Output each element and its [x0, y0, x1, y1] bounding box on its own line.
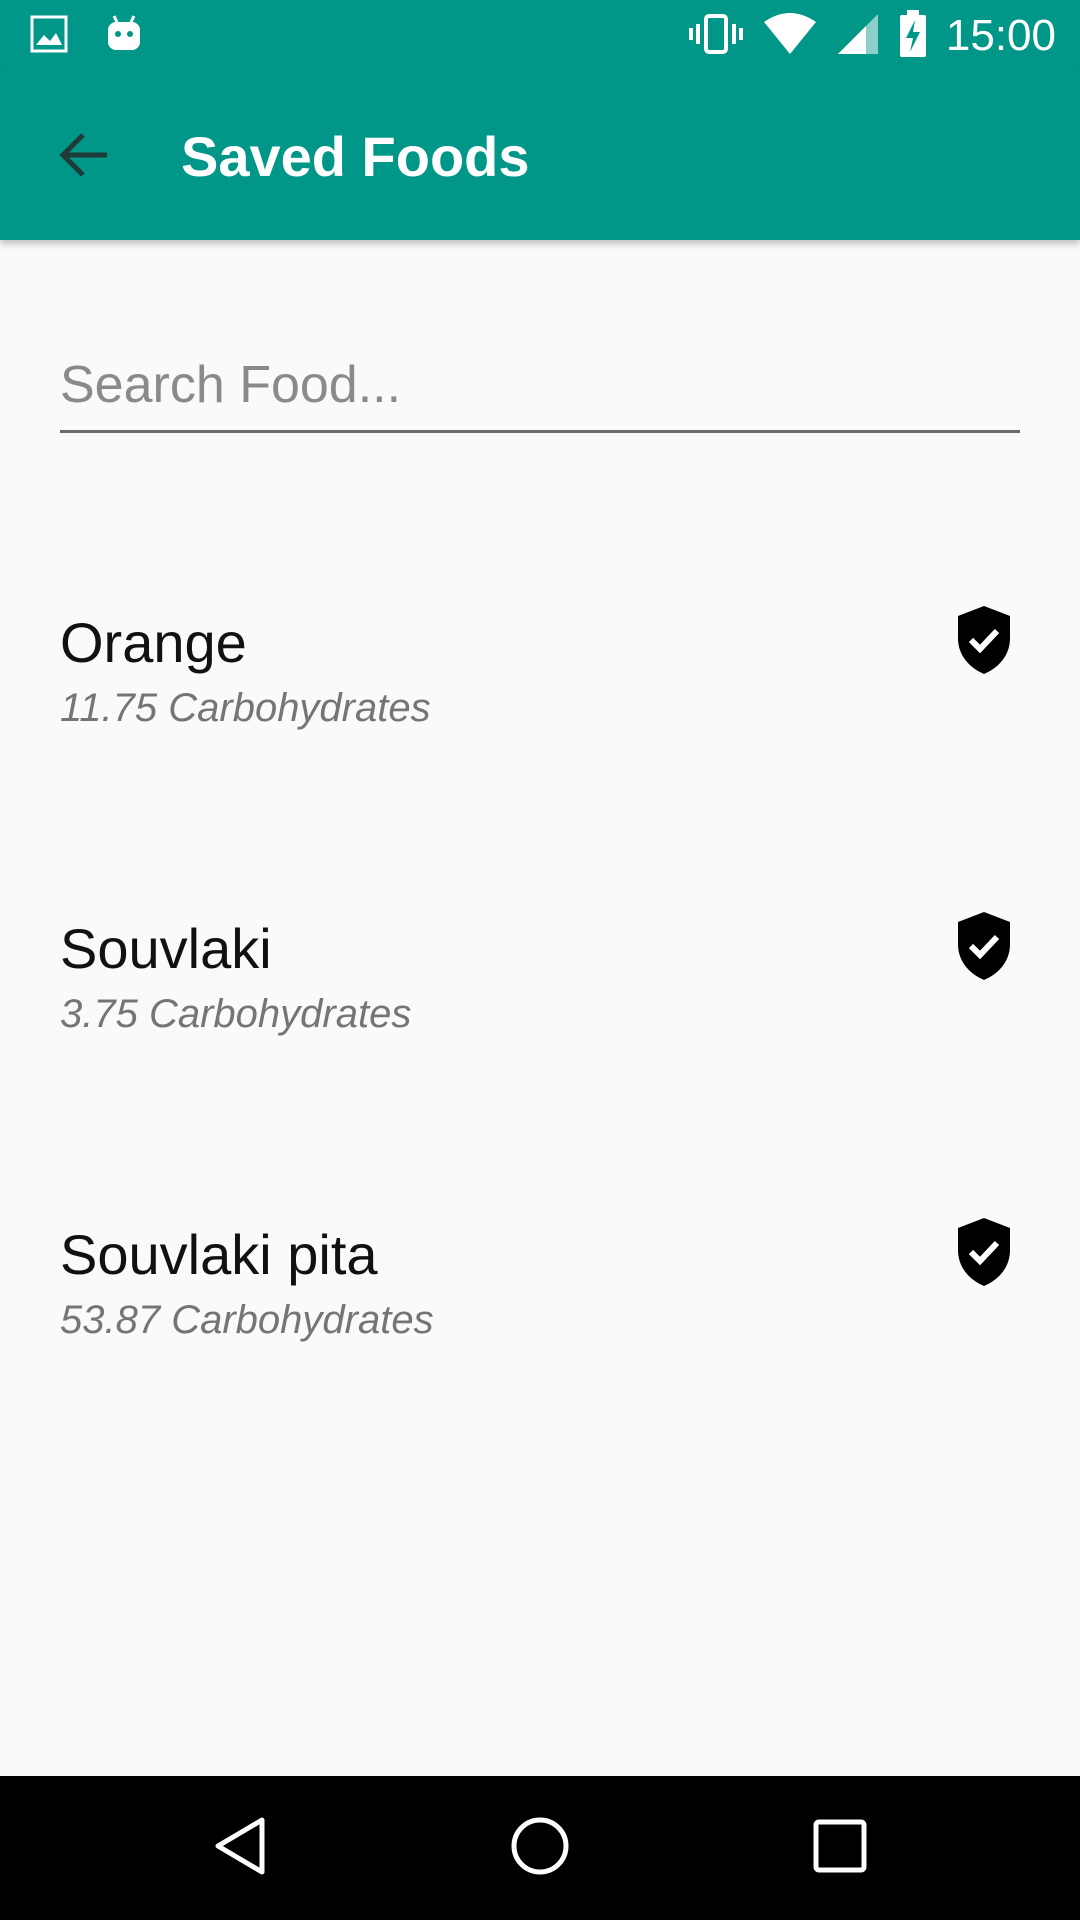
food-name: Souvlaki	[60, 917, 272, 980]
nav-home-button[interactable]	[504, 1812, 576, 1884]
food-carbohydrates: 3.75 Carbohydrates	[60, 992, 412, 1036]
food-name: Orange	[60, 611, 247, 674]
search-field-container	[60, 345, 1020, 433]
status-right-icons: 15:00	[688, 9, 1056, 63]
status-bar: 15:00	[0, 0, 1080, 72]
food-list: Orange 11.75 Carbohydrates Souvlaki 3.75…	[0, 560, 1080, 1478]
app-bar: Saved Foods	[0, 72, 1080, 240]
signal-icon	[836, 12, 880, 61]
android-icon	[104, 14, 144, 59]
nav-back-button[interactable]	[204, 1812, 276, 1884]
battery-charging-icon	[898, 9, 928, 63]
list-item[interactable]: Souvlaki pita 53.87 Carbohydrates	[0, 1172, 1080, 1478]
food-carbohydrates: 53.87 Carbohydrates	[60, 1298, 434, 1342]
back-button[interactable]	[52, 126, 114, 188]
back-nav-icon	[210, 1814, 270, 1883]
vibrate-icon	[688, 12, 744, 61]
verified-shield-icon[interactable]	[954, 1216, 1014, 1288]
list-item[interactable]: Souvlaki 3.75 Carbohydrates	[0, 866, 1080, 1172]
home-nav-icon	[508, 1814, 572, 1883]
food-name: Souvlaki pita	[60, 1223, 378, 1286]
status-left-icons	[30, 14, 144, 59]
verified-shield-icon[interactable]	[954, 604, 1014, 676]
system-nav-bar	[0, 1776, 1080, 1920]
status-time: 15:00	[945, 11, 1056, 60]
wifi-icon	[762, 12, 818, 61]
verified-shield-icon[interactable]	[954, 910, 1014, 982]
recents-nav-icon	[812, 1818, 868, 1879]
page-title: Saved Foods	[181, 125, 530, 188]
search-input[interactable]	[60, 345, 1020, 425]
list-item[interactable]: Orange 11.75 Carbohydrates	[0, 560, 1080, 866]
food-carbohydrates: 11.75 Carbohydrates	[60, 686, 431, 730]
nav-recents-button[interactable]	[804, 1812, 876, 1884]
image-icon	[30, 15, 68, 58]
arrow-back-icon	[57, 131, 109, 184]
